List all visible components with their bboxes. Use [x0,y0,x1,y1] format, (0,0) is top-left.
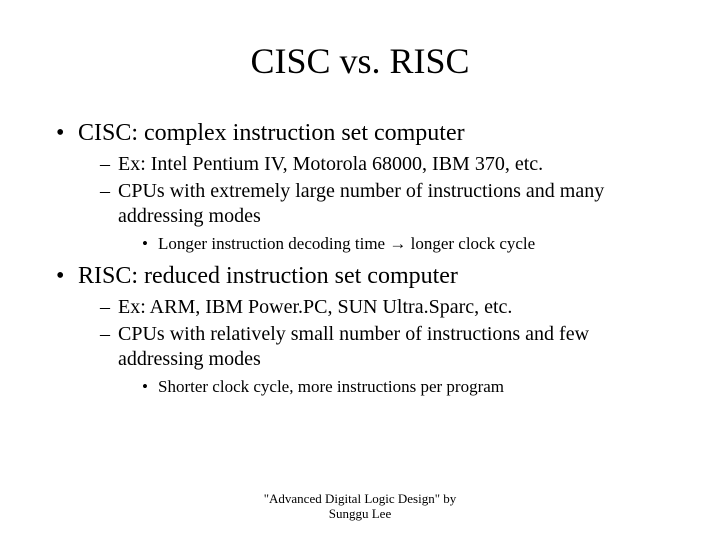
item-text-prefix: Longer instruction decoding time [158,234,389,253]
arrow-icon: → [389,234,406,253]
item-text: Ex: ARM, IBM Power.PC, SUN Ultra.Sparc, … [118,296,512,318]
list-item: RISC: reduced instruction set computer E… [50,261,670,398]
footer-line: "Advanced Digital Logic Design" by [0,491,720,507]
item-text: RISC: reduced instruction set computer [78,263,458,289]
item-text: CISC: complex instruction set computer [78,120,465,146]
list-item: CISC: complex instruction set computer E… [50,118,670,255]
list-item: Shorter clock cycle, more instructions p… [142,376,670,398]
list-item: CPUs with extremely large number of inst… [100,179,670,255]
item-text: CPUs with relatively small number of ins… [118,323,589,370]
list-item: Ex: Intel Pentium IV, Motorola 68000, IB… [100,152,670,177]
item-text: Ex: Intel Pentium IV, Motorola 68000, IB… [118,153,543,175]
slide-footer: "Advanced Digital Logic Design" by Sungg… [0,491,720,522]
list-item: Longer instruction decoding time → longe… [142,233,670,255]
footer-line: Sunggu Lee [0,506,720,522]
sub-list: Ex: Intel Pentium IV, Motorola 68000, IB… [78,152,670,255]
sub-sub-list: Shorter clock cycle, more instructions p… [118,376,670,398]
list-item: CPUs with relatively small number of ins… [100,322,670,398]
sub-sub-list: Longer instruction decoding time → longe… [118,233,670,255]
item-text-suffix: longer clock cycle [406,234,535,253]
slide-title: CISC vs. RISC [50,40,670,82]
sub-list: Ex: ARM, IBM Power.PC, SUN Ultra.Sparc, … [78,295,670,398]
item-text: CPUs with extremely large number of inst… [118,180,604,227]
item-text: Shorter clock cycle, more instructions p… [158,377,504,396]
bullet-list: CISC: complex instruction set computer E… [50,118,670,398]
list-item: Ex: ARM, IBM Power.PC, SUN Ultra.Sparc, … [100,295,670,320]
